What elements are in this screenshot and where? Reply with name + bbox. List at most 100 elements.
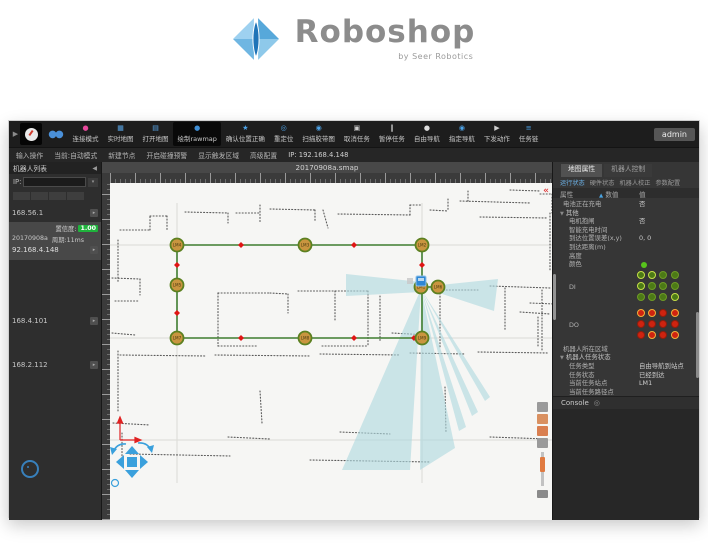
ip-filter-input[interactable] xyxy=(23,177,86,187)
property-label: 任务类型 xyxy=(569,362,595,371)
zoom-slider-handle[interactable] xyxy=(540,457,545,472)
robot-list-item-selected[interactable]: 置信度: 1.00 20170908a 周期:11ms 92.168.4.148… xyxy=(9,222,101,260)
panel-subtab[interactable]: 运行状态 xyxy=(560,178,585,187)
ip-filter-dropdown-icon[interactable]: ▾ xyxy=(88,178,98,187)
panel-subtab[interactable]: 参数配置 xyxy=(655,178,680,187)
toolbar-button[interactable]: ● 绘制rawmap xyxy=(173,122,221,146)
caret-down-icon[interactable]: ▼ xyxy=(560,211,564,217)
status-item[interactable]: 输入操作 xyxy=(16,150,43,160)
status-item[interactable]: 显示触发区域 xyxy=(198,150,239,160)
connect-mode-icon: ● xyxy=(82,125,88,132)
map-tool-button[interactable] xyxy=(537,402,548,412)
property-table-header: 属性 ▲ 数值 值 xyxy=(553,188,699,198)
toolbar-button[interactable]: ◎ 重定位 xyxy=(269,122,298,146)
io-dot xyxy=(637,320,645,328)
app-window: ▶ ●● ● 连接模式▦ 实时地图▤ 打开地图● 绘制rawmap★ 确认位置正… xyxy=(8,120,700,518)
toolbar-button[interactable]: ‖ 暂停任务 xyxy=(374,122,409,146)
panel-tab[interactable]: 地图属性 xyxy=(561,164,602,177)
map-tool-button[interactable] xyxy=(537,438,548,448)
property-row: 电池正在充电否 xyxy=(553,200,699,209)
sidebar-collapse-icon[interactable]: ◀ xyxy=(92,165,97,172)
toolbar-collapse-icon[interactable]: ▶ xyxy=(11,130,20,138)
seer-logo-icon[interactable] xyxy=(21,460,39,478)
toolbar-button-label: 暂停任务 xyxy=(379,133,405,143)
compass-icon xyxy=(25,128,38,141)
status-item[interactable]: 高级配置 xyxy=(250,150,277,160)
toolbar-button-label: 实时地图 xyxy=(108,133,134,143)
open-map-icon: ▤ xyxy=(152,125,159,132)
robot-list-sidebar: 机器人列表 ◀ IP: ▾ 168.56.1 ▸置信度: 1.00 xyxy=(9,162,102,520)
svg-text:LM5: LM5 xyxy=(173,283,182,288)
robot-map-name: 20170908a xyxy=(12,235,48,244)
map-tool-button[interactable] xyxy=(537,426,548,436)
toolbar-button[interactable]: ● 自由导航 xyxy=(409,122,444,146)
property-value: 否 xyxy=(639,217,645,226)
property-label: DO xyxy=(569,321,579,330)
robot-expand-icon[interactable]: ▸ xyxy=(90,246,98,254)
robot-expand-icon[interactable]: ▸ xyxy=(90,209,98,217)
property-row: 当前任务路径点 xyxy=(553,388,699,397)
panel-subtab[interactable]: 机器人校正 xyxy=(620,178,651,187)
robot-expand-icon[interactable]: ▸ xyxy=(90,317,98,325)
console-bar[interactable]: Console ◎ xyxy=(553,396,699,409)
map-canvas[interactable]: LM4 LM3 LM2 LM5 LM1 LM6 LM7 LM8 LM9 xyxy=(110,183,552,520)
toolbar-button[interactable]: ▤ 打开地图 xyxy=(138,122,173,146)
robot-list-item[interactable]: 168.56.1 ▸ xyxy=(9,206,101,219)
svg-text:LM6: LM6 xyxy=(434,285,443,290)
toolbar-button[interactable]: ★ 确认位置正确 xyxy=(221,122,269,146)
panel-collapse-icon[interactable]: « xyxy=(543,186,549,196)
gears-icon: ●● xyxy=(48,129,61,140)
filter-button[interactable] xyxy=(13,192,30,200)
map-tool-button[interactable] xyxy=(537,414,548,424)
toolbar-button-label: 任务链 xyxy=(519,133,539,143)
zoom-slider[interactable] xyxy=(541,452,544,486)
vertical-ruler xyxy=(102,183,110,520)
column-value[interactable]: ▲ 数值 xyxy=(599,189,619,199)
property-label: 到达位置误差(x,y) xyxy=(569,234,622,243)
toolbar-button[interactable]: ▣ 取消任务 xyxy=(339,122,374,146)
toolbar-button-label: 扫描胶带图 xyxy=(302,133,335,143)
map-tool-button[interactable] xyxy=(537,490,548,498)
io-dot xyxy=(648,309,656,317)
main-toolbar: ▶ ●● ● 连接模式▦ 实时地图▤ 打开地图● 绘制rawmap★ 确认位置正… xyxy=(9,121,699,147)
filter-button[interactable] xyxy=(31,192,48,200)
robot-list-item[interactable]: 168.2.112 ▸ xyxy=(9,358,101,371)
admin-button[interactable]: admin xyxy=(654,128,695,141)
panel-left-scrollbar[interactable] xyxy=(553,274,556,320)
caret-down-icon[interactable]: ▼ xyxy=(560,355,564,361)
filter-button[interactable] xyxy=(49,192,66,200)
property-value: 0, 0 xyxy=(639,234,651,243)
toolbar-button[interactable]: ▶ 下发动作 xyxy=(479,122,514,146)
toolbar-button[interactable]: ◉ 扫描胶带图 xyxy=(298,122,340,146)
io-dot xyxy=(659,282,667,290)
filter-button[interactable] xyxy=(67,192,84,200)
relocate-icon: ◎ xyxy=(281,125,287,132)
toolbar-button[interactable]: ◉ 指定导航 xyxy=(444,122,479,146)
robot-list-item[interactable]: 168.4.101 ▸ xyxy=(9,314,101,327)
send-action-icon: ▶ xyxy=(494,125,499,132)
pause-task-icon: ‖ xyxy=(390,125,394,132)
property-label: 电机抱闸 xyxy=(569,217,595,226)
io-dot xyxy=(659,293,667,301)
panel-tab[interactable]: 机器人控制 xyxy=(604,164,652,177)
toolbar-button[interactable]: ≡ 任务链 xyxy=(514,122,543,146)
confidence-badge: 1.00 xyxy=(78,225,98,232)
toolbar-button-label: 下发动作 xyxy=(484,133,510,143)
panel-subtab[interactable]: 硬件状态 xyxy=(590,178,615,187)
property-row: 任务状态已经到达 xyxy=(553,371,699,380)
panel-right-scrollbar[interactable] xyxy=(696,312,699,378)
io-dot xyxy=(648,271,656,279)
toolbar-button[interactable]: ● 连接模式 xyxy=(68,122,103,146)
toolbar-button[interactable]: ▦ 实时地图 xyxy=(103,122,138,146)
io-dot xyxy=(671,320,679,328)
status-item[interactable]: 新建节点 xyxy=(108,150,135,160)
map-tab-title[interactable]: 20170908a.smap xyxy=(102,162,552,173)
property-label: 颜色 xyxy=(569,260,582,269)
robot-expand-icon[interactable]: ▸ xyxy=(90,361,98,369)
io-dot xyxy=(671,293,679,301)
settings-gears-button[interactable]: ●● xyxy=(44,123,66,145)
status-item[interactable]: 当前:自动模式 xyxy=(54,150,97,160)
status-item[interactable]: 开启碰撞预警 xyxy=(146,150,187,160)
io-dot xyxy=(671,282,679,290)
compass-mode-button[interactable] xyxy=(20,123,42,145)
